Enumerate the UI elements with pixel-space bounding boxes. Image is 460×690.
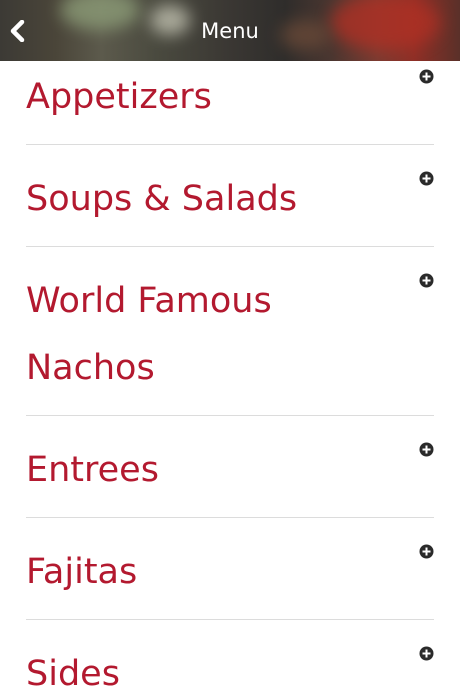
- plus-circle-icon[interactable]: [419, 442, 434, 457]
- menu-item-label: Soups & Salads: [26, 179, 298, 219]
- menu-list: Appetizers Soups & Salads World Famous N…: [0, 61, 460, 690]
- plus-circle-icon[interactable]: [419, 273, 434, 288]
- menu-item-label: Sides: [26, 654, 120, 690]
- plus-circle-icon[interactable]: [419, 646, 434, 661]
- menu-item-sides[interactable]: Sides: [0, 620, 460, 690]
- plus-circle-icon[interactable]: [419, 69, 434, 84]
- chevron-left-icon: [10, 20, 25, 42]
- menu-item-fajitas[interactable]: Fajitas: [0, 518, 460, 620]
- menu-item-label: World Famous Nachos: [26, 281, 272, 388]
- plus-circle-icon[interactable]: [419, 544, 434, 559]
- header-photo-bg: [280, 20, 330, 50]
- menu-item-entrees[interactable]: Entrees: [0, 416, 460, 518]
- header-photo-bg: [150, 5, 190, 35]
- menu-item-label: Entrees: [26, 450, 159, 490]
- menu-item-soups-salads[interactable]: Soups & Salads: [0, 145, 460, 247]
- plus-circle-icon[interactable]: [419, 171, 434, 186]
- menu-item-world-famous-nachos[interactable]: World Famous Nachos: [0, 247, 460, 416]
- back-button[interactable]: [4, 16, 30, 46]
- header-bar: Menu: [0, 0, 460, 61]
- header-photo-bg: [60, 0, 140, 30]
- header-photo-bg: [330, 0, 440, 50]
- menu-item-label: Fajitas: [26, 552, 138, 592]
- menu-item-label: Appetizers: [26, 77, 212, 117]
- menu-item-appetizers[interactable]: Appetizers: [0, 61, 460, 145]
